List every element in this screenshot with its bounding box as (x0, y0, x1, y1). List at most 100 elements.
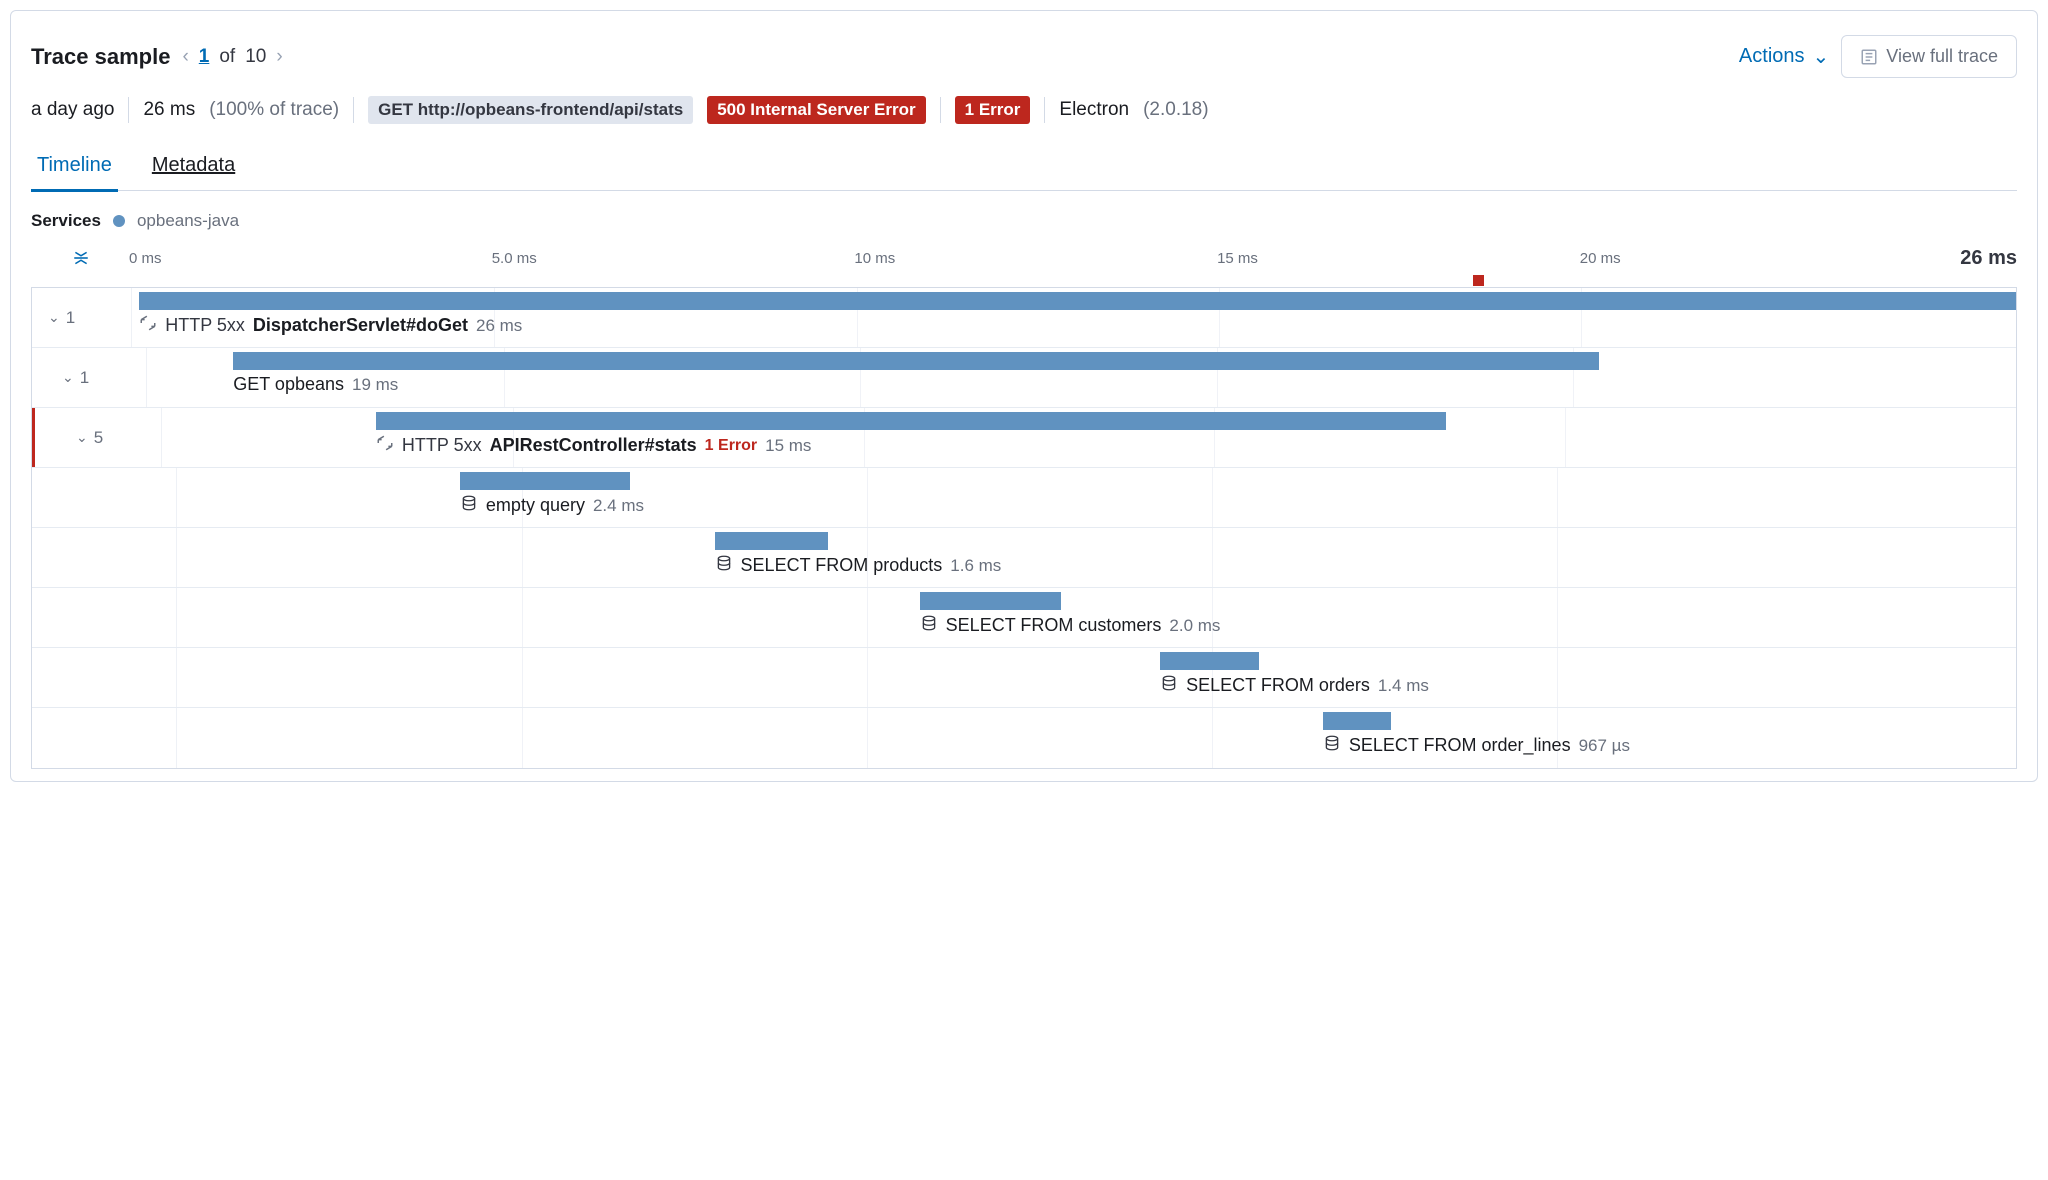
chevron-down-icon[interactable]: ⌄ (62, 369, 74, 386)
span-duration: 967 µs (1579, 736, 1630, 756)
axis-tick: 20 ms (1580, 250, 1621, 267)
database-icon (920, 614, 938, 637)
waterfall-row[interactable]: SELECT FROM products1.6 ms (32, 528, 2016, 588)
span-bar[interactable] (920, 592, 1061, 610)
trace-pct: (100% of trace) (209, 99, 339, 121)
waterfall-row[interactable]: empty query 2.4 ms (32, 468, 2016, 528)
row-track: SELECT FROM orders 1.4 ms (177, 648, 2016, 707)
agent-version: (2.0.18) (1143, 99, 1208, 121)
waterfall-row[interactable]: SELECT FROM orders 1.4 ms (32, 648, 2016, 708)
span-bar[interactable] (1160, 652, 1259, 670)
pager-current[interactable]: 1 (199, 46, 210, 68)
span-duration: 2.4 ms (593, 496, 644, 516)
error-badge[interactable]: 1 Error (955, 96, 1031, 124)
row-track: SELECT FROM products1.6 ms (177, 528, 2016, 587)
span-error[interactable]: 1 Error (705, 437, 757, 455)
axis-tick: 15 ms (1217, 250, 1258, 267)
span-bar[interactable] (233, 352, 1599, 370)
axis-end: 26 ms (1960, 247, 2017, 270)
chevron-down-icon[interactable]: ⌄ (48, 309, 60, 326)
header: Trace sample ‹ 1 of 10 › Actions ⌄ View … (31, 35, 2017, 78)
span-duration: 15 ms (765, 436, 811, 456)
sample-pager: ‹ 1 of 10 › (182, 46, 282, 68)
exit-span-icon (139, 314, 157, 337)
span-label: HTTP 5xxAPIRestController#stats1 Error15… (376, 434, 812, 457)
span-name: DispatcherServlet#doGet (253, 315, 468, 336)
row-gutter (32, 588, 177, 647)
span-bar[interactable] (376, 412, 1446, 430)
database-icon (1323, 734, 1341, 757)
pager-next-icon[interactable]: › (276, 46, 282, 68)
document-icon (1860, 48, 1878, 66)
waterfall-row[interactable]: SELECT FROM order_lines 967 µs (32, 708, 2016, 768)
child-count: 1 (80, 368, 89, 388)
row-gutter (32, 468, 177, 527)
span-name: SELECT FROM products (741, 555, 943, 576)
services-legend: Services opbeans-java (31, 211, 2017, 231)
span-duration: 1.4 ms (1378, 676, 1429, 696)
row-gutter (32, 708, 177, 768)
row-track: GET opbeans19 ms (147, 348, 2016, 407)
collapse-all-icon[interactable] (31, 249, 131, 267)
waterfall-row[interactable]: SELECT FROM customers 2.0 ms (32, 588, 2016, 648)
time-axis: 0 ms5.0 ms10 ms15 ms20 ms26 ms (31, 241, 2017, 275)
tab-timeline[interactable]: Timeline (31, 146, 118, 192)
axis-tick: 10 ms (854, 250, 895, 267)
database-icon (715, 554, 733, 577)
span-bar[interactable] (139, 292, 2016, 310)
exit-span-icon (376, 434, 394, 457)
tabs: Timeline Metadata (31, 146, 2017, 191)
row-track: HTTP 5xx DispatcherServlet#doGet 26 ms (132, 288, 2016, 347)
request-badge: GET http://opbeans-frontend/api/stats (368, 96, 693, 124)
span-duration: 26 ms (476, 316, 522, 336)
span-name: SELECT FROM order_lines (1349, 735, 1571, 756)
span-name: GET opbeans (233, 374, 344, 395)
span-name: empty query (486, 495, 585, 516)
row-track: empty query 2.4 ms (177, 468, 2016, 527)
row-track: SELECT FROM order_lines 967 µs (177, 708, 2016, 768)
row-gutter: ⌄1 (32, 348, 147, 407)
span-label: empty query 2.4 ms (460, 494, 644, 517)
trace-sample-panel: Trace sample ‹ 1 of 10 › Actions ⌄ View … (10, 10, 2038, 782)
agent-name: Electron (1059, 99, 1129, 121)
database-icon (1160, 674, 1178, 697)
database-icon (460, 494, 478, 517)
error-edge (32, 408, 35, 467)
span-bar[interactable] (715, 532, 828, 550)
child-count: 5 (94, 428, 103, 448)
view-full-trace-button[interactable]: View full trace (1841, 35, 2017, 78)
pager-of: of (219, 46, 235, 68)
row-gutter (32, 528, 177, 587)
span-bar[interactable] (460, 472, 630, 490)
actions-dropdown[interactable]: Actions ⌄ (1739, 44, 1829, 69)
span-duration: 2.0 ms (1169, 616, 1220, 636)
row-gutter (32, 648, 177, 707)
span-name: SELECT FROM customers (946, 615, 1162, 636)
waterfall-row[interactable]: ⌄ 1 HTTP 5xx DispatcherServlet#doGet 26 ms (32, 288, 2016, 348)
pager-prev-icon[interactable]: ‹ (182, 46, 188, 68)
trace-duration: 26 ms (143, 99, 195, 121)
span-status: HTTP 5xx (402, 435, 482, 456)
span-name: SELECT FROM orders (1186, 675, 1370, 696)
span-label: GET opbeans19 ms (233, 374, 398, 395)
timeline: 0 ms5.0 ms10 ms15 ms20 ms26 ms ⌄1HTTP 5x… (31, 241, 2017, 769)
span-label: SELECT FROM order_lines 967 µs (1323, 734, 1630, 757)
waterfall-row[interactable]: ⌄1GET opbeans19 ms (32, 348, 2016, 408)
span-label: SELECT FROM products1.6 ms (715, 554, 1002, 577)
span-status: HTTP 5xx (165, 315, 245, 336)
axis-tick: 5.0 ms (492, 250, 537, 267)
chevron-down-icon[interactable]: ⌄ (76, 429, 88, 446)
service-name: opbeans-java (137, 211, 239, 231)
span-bar[interactable] (1323, 712, 1391, 730)
child-count: 1 (66, 308, 75, 328)
status-badge: 500 Internal Server Error (707, 96, 925, 124)
tab-metadata[interactable]: Metadata (146, 146, 241, 190)
span-label: SELECT FROM customers 2.0 ms (920, 614, 1221, 637)
error-marker-icon[interactable] (1473, 275, 1484, 286)
row-gutter: ⌄5 (32, 408, 162, 467)
waterfall-row[interactable]: ⌄5HTTP 5xxAPIRestController#stats1 Error… (32, 408, 2016, 468)
waterfall: ⌄1HTTP 5xxDispatcherServlet#doGet26 ms⌄1… (31, 287, 2017, 769)
span-label: SELECT FROM orders 1.4 ms (1160, 674, 1429, 697)
row-track: SELECT FROM customers 2.0 ms (177, 588, 2016, 647)
services-label: Services (31, 211, 101, 231)
